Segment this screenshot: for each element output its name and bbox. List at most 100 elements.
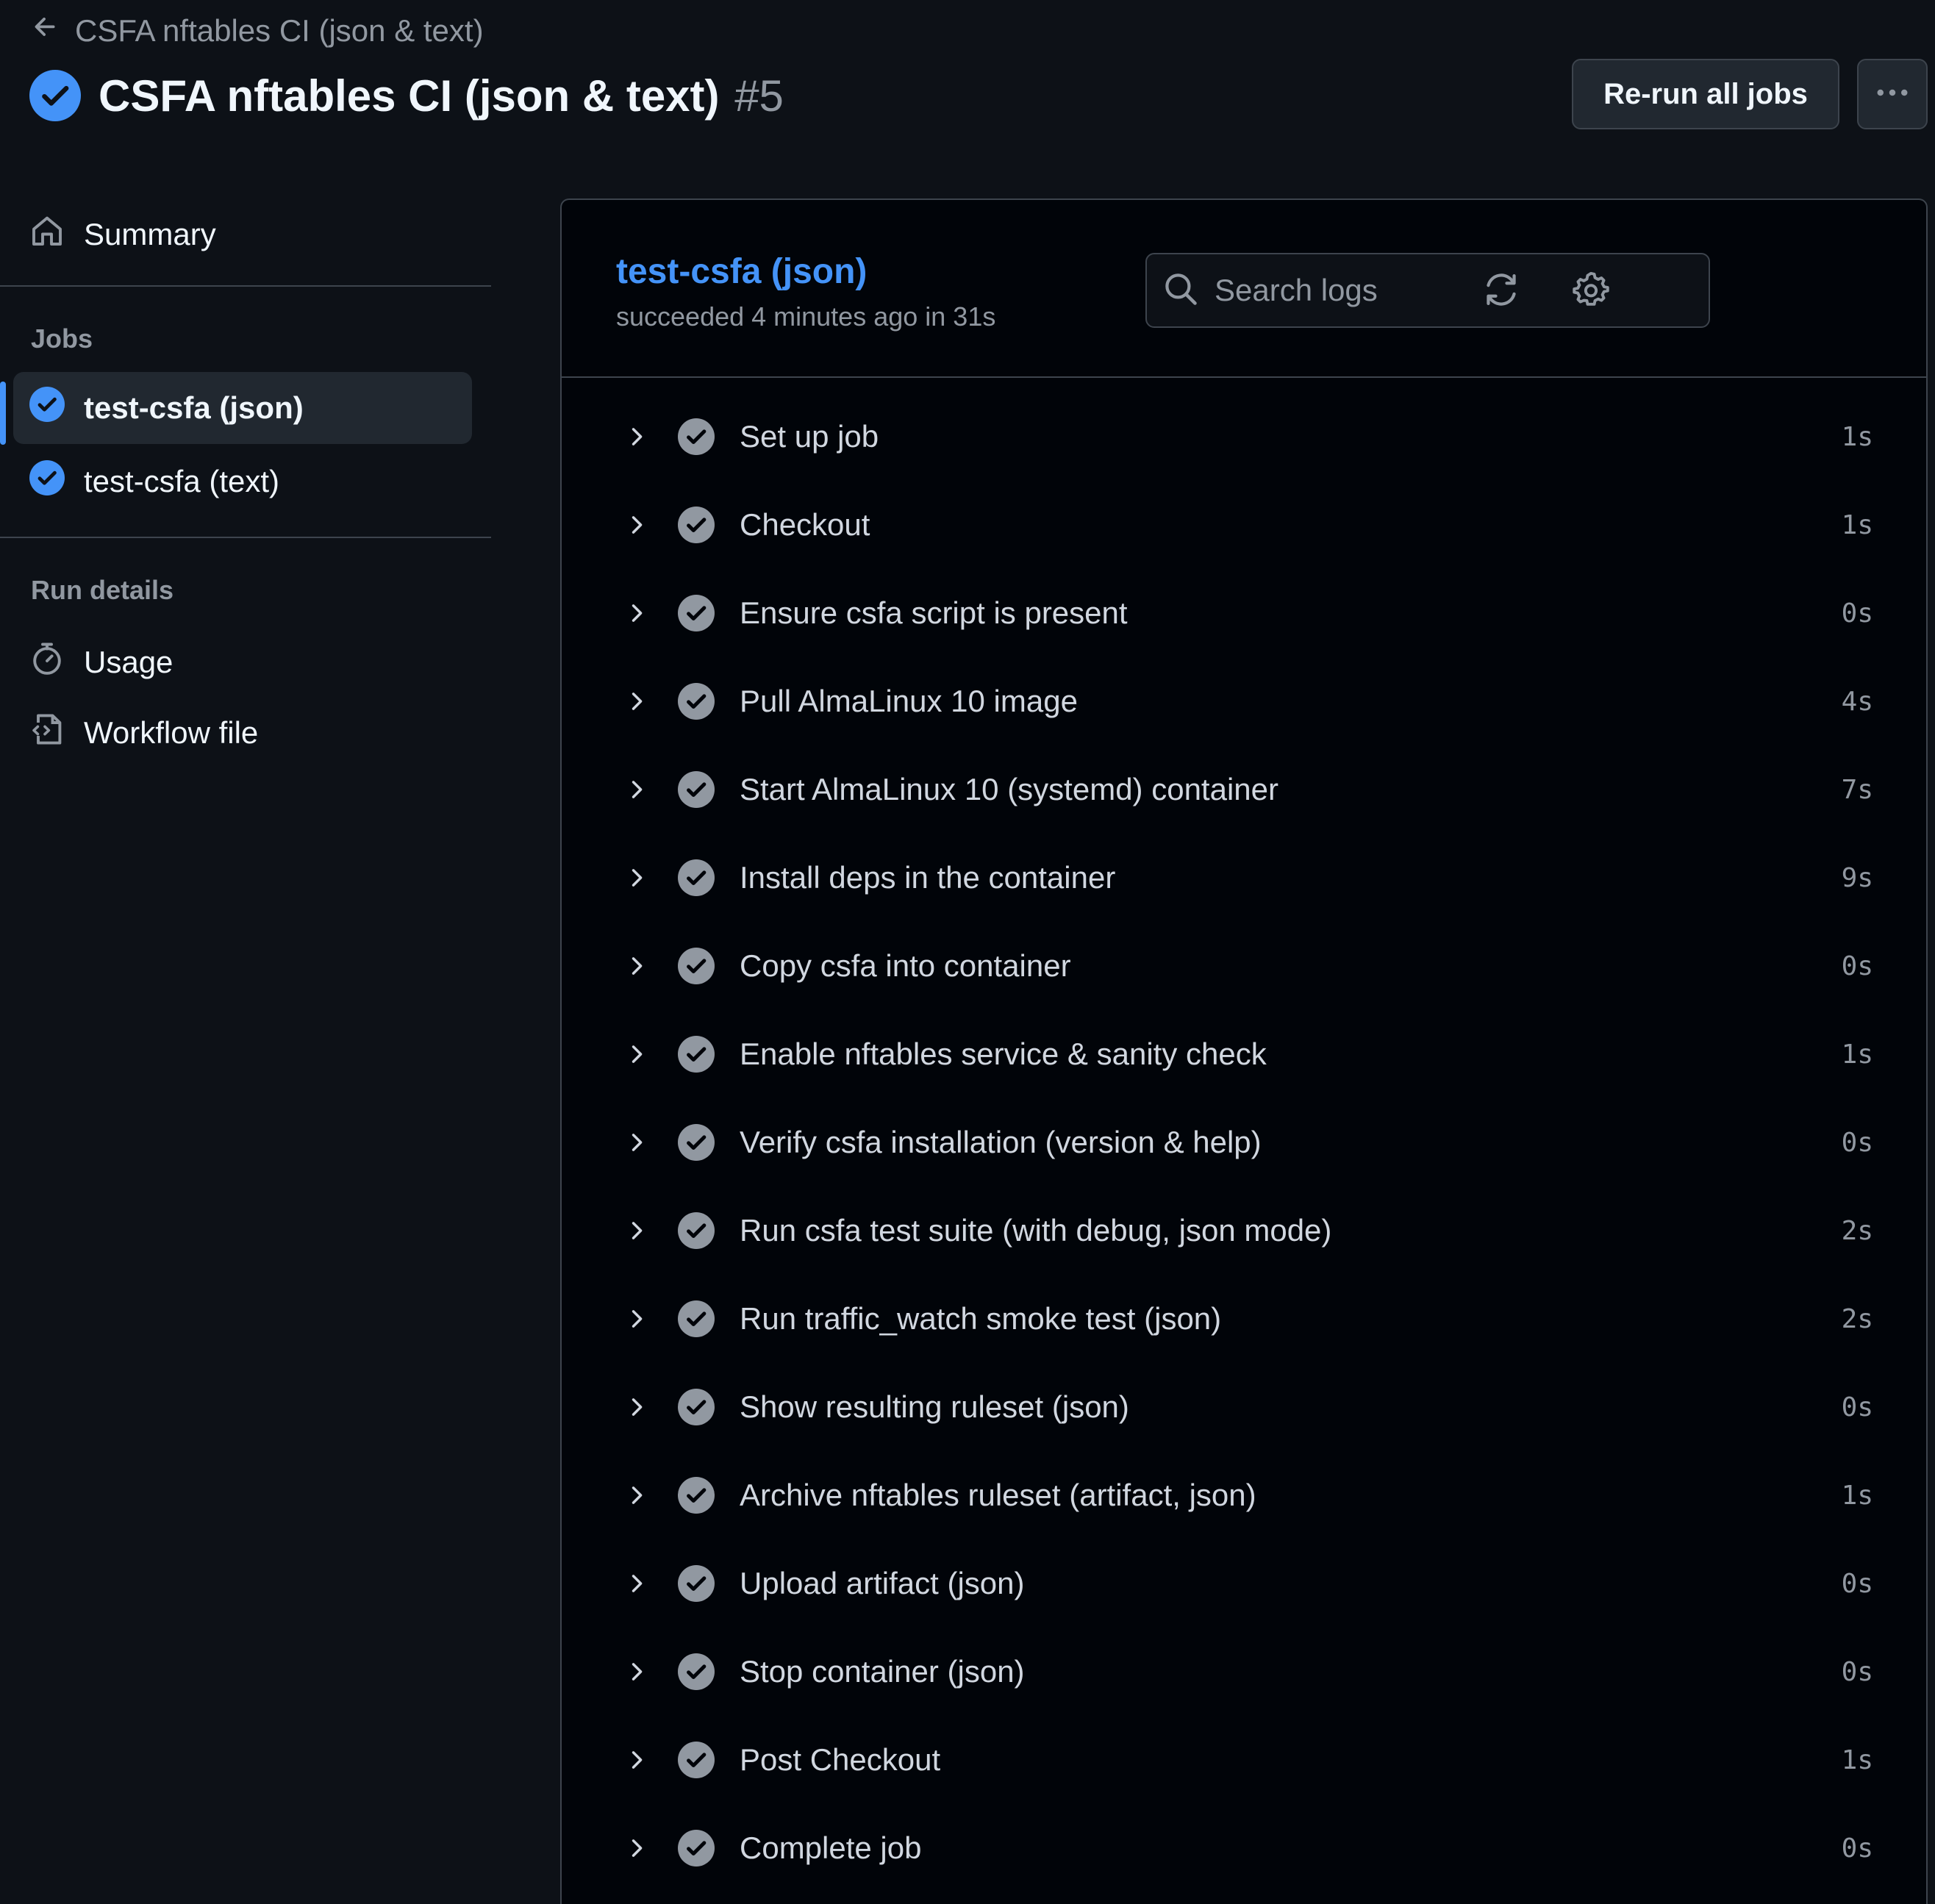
step-row[interactable]: Show resulting ruleset (json) 0s <box>562 1363 1926 1451</box>
more-options-button[interactable] <box>1857 59 1928 129</box>
step-duration: 0s <box>1841 1656 1873 1687</box>
success-check-icon <box>29 70 81 121</box>
chevron-right-icon <box>623 1747 650 1773</box>
step-name: Upload artifact (json) <box>740 1566 1025 1600</box>
search-logs-input[interactable] <box>1215 273 1685 308</box>
step-row[interactable]: Install deps in the container 9s <box>562 834 1926 922</box>
sidebar-item-label: Usage <box>84 645 174 679</box>
step-row[interactable]: Run traffic_watch smoke test (json) 2s <box>562 1275 1926 1363</box>
job-title-link[interactable]: test-csfa (json) <box>616 251 867 292</box>
settings-button[interactable] <box>1570 271 1612 312</box>
success-check-icon <box>29 387 65 429</box>
step-duration: 1s <box>1841 1744 1873 1775</box>
step-row[interactable]: Run csfa test suite (with debug, json mo… <box>562 1187 1926 1275</box>
page-title: CSFA nftables CI (json & text) #5 <box>99 71 784 121</box>
step-duration: 2s <box>1841 1303 1873 1334</box>
chevron-right-icon <box>623 688 650 715</box>
chevron-right-icon <box>623 1658 650 1685</box>
step-row[interactable]: Upload artifact (json) 0s <box>562 1539 1926 1628</box>
check-circle-icon <box>678 1477 715 1514</box>
divider <box>0 537 491 538</box>
check-circle-icon <box>678 1036 715 1073</box>
home-icon <box>29 213 65 256</box>
step-row[interactable]: Enable nftables service & sanity check 1… <box>562 1010 1926 1098</box>
sidebar-job-item[interactable]: test-csfa (json) <box>13 372 472 444</box>
step-name: Ensure csfa script is present <box>740 595 1128 630</box>
step-row[interactable]: Complete job 0s <box>562 1804 1926 1892</box>
workflow-run-page: CSFA nftables CI (json & text) CSFA nfta… <box>0 0 1935 1904</box>
chevron-right-icon <box>623 512 650 538</box>
check-circle-icon <box>678 683 715 720</box>
step-name: Run csfa test suite (with debug, json mo… <box>740 1213 1332 1248</box>
chevron-right-icon <box>623 423 650 450</box>
step-duration: 0s <box>1841 598 1873 629</box>
sidebar-job-label: test-csfa (text) <box>84 464 280 498</box>
chevron-right-icon <box>623 953 650 979</box>
rerun-all-jobs-button[interactable]: Re-run all jobs <box>1572 59 1839 129</box>
active-indicator <box>0 382 6 445</box>
step-row[interactable]: Set up job 1s <box>562 393 1926 481</box>
check-circle-icon <box>678 1830 715 1867</box>
step-row[interactable]: Pull AlmaLinux 10 image 4s <box>562 657 1926 745</box>
back-to-workflow-link[interactable]: CSFA nftables CI (json & text) <box>31 12 484 50</box>
check-circle-icon <box>678 1389 715 1425</box>
chevron-right-icon <box>623 776 650 803</box>
job-header: test-csfa (json) succeeded 4 minutes ago… <box>562 200 1926 378</box>
step-name: Pull AlmaLinux 10 image <box>740 684 1078 718</box>
sidebar-item-summary[interactable]: Summary <box>13 198 472 271</box>
step-row[interactable]: Verify csfa installation (version & help… <box>562 1098 1926 1187</box>
step-row[interactable]: Start AlmaLinux 10 (systemd) container 7… <box>562 745 1926 834</box>
step-row[interactable]: Post Checkout 1s <box>562 1716 1926 1804</box>
divider <box>0 285 491 287</box>
check-circle-icon <box>678 1124 715 1161</box>
step-name: Verify csfa installation (version & help… <box>740 1125 1262 1159</box>
job-status-text: succeeded 4 minutes ago in 31s <box>616 301 996 332</box>
check-circle-icon <box>678 948 715 984</box>
step-row[interactable]: Copy csfa into container 0s <box>562 922 1926 1010</box>
step-name: Start AlmaLinux 10 (systemd) container <box>740 772 1278 806</box>
sidebar-job-label: test-csfa (json) <box>84 390 304 425</box>
search-logs-field[interactable] <box>1145 253 1710 328</box>
chevron-right-icon <box>623 1482 650 1508</box>
step-name: Run traffic_watch smoke test (json) <box>740 1301 1222 1336</box>
run-title: CSFA nftables CI (json & text) #5 <box>29 68 784 124</box>
run-number: #5 <box>734 71 784 121</box>
check-circle-icon <box>678 859 715 896</box>
step-duration: 0s <box>1841 1127 1873 1158</box>
sync-icon <box>1482 271 1520 312</box>
step-name: Checkout <box>740 507 870 542</box>
page-title-text: CSFA nftables CI (json & text) <box>99 71 720 121</box>
step-name: Copy csfa into container <box>740 948 1071 983</box>
step-row[interactable]: Archive nftables ruleset (artifact, json… <box>562 1451 1926 1539</box>
chevron-right-icon <box>623 865 650 891</box>
check-circle-icon <box>678 1212 715 1249</box>
chevron-right-icon <box>623 1306 650 1332</box>
step-duration: 0s <box>1841 1568 1873 1599</box>
step-duration: 1s <box>1841 1480 1873 1511</box>
chevron-right-icon <box>623 1394 650 1420</box>
file-code-icon <box>29 712 65 754</box>
check-circle-icon <box>678 771 715 808</box>
sidebar-item-usage[interactable]: Usage <box>13 626 472 698</box>
step-duration: 0s <box>1841 951 1873 981</box>
step-row[interactable]: Ensure csfa script is present 0s <box>562 569 1926 657</box>
step-duration: 4s <box>1841 686 1873 717</box>
step-duration: 9s <box>1841 862 1873 893</box>
check-circle-icon <box>678 1653 715 1690</box>
chevron-right-icon <box>623 1217 650 1244</box>
search-icon <box>1163 271 1198 310</box>
sidebar-job-item[interactable]: test-csfa (text) <box>13 445 472 518</box>
chevron-right-icon <box>623 1041 650 1067</box>
sidebar-item-workflow-file[interactable]: Workflow file <box>13 697 472 769</box>
jobs-heading: Jobs <box>31 323 93 354</box>
chevron-right-icon <box>623 1835 650 1861</box>
step-duration: 0s <box>1841 1833 1873 1864</box>
step-row[interactable]: Checkout 1s <box>562 481 1926 569</box>
chevron-right-icon <box>623 1129 650 1156</box>
step-row[interactable]: Stop container (json) 0s <box>562 1628 1926 1716</box>
refresh-button[interactable] <box>1481 271 1522 312</box>
job-log-panel: test-csfa (json) succeeded 4 minutes ago… <box>560 198 1928 1904</box>
step-duration: 2s <box>1841 1215 1873 1246</box>
sidebar-item-label: Workflow file <box>84 715 259 750</box>
step-name: Enable nftables service & sanity check <box>740 1037 1267 1071</box>
